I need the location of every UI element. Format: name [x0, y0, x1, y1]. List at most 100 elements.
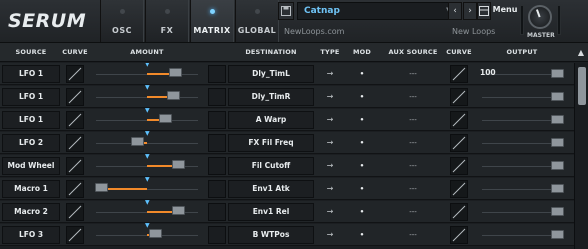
amount-handle[interactable] — [166, 91, 180, 100]
output-handle[interactable] — [551, 184, 564, 193]
curve-editor[interactable] — [66, 65, 84, 83]
amount-slider[interactable]: ▼ — [88, 131, 206, 152]
output-handle[interactable] — [551, 138, 564, 147]
source-selector[interactable]: LFO 1 — [2, 111, 60, 129]
aux-curve-editor[interactable] — [450, 157, 468, 175]
type-toggle[interactable]: → — [316, 226, 344, 244]
amount-handle[interactable] — [158, 114, 172, 123]
output-slider[interactable] — [474, 157, 570, 175]
source-selector[interactable]: LFO 3 — [2, 226, 60, 244]
bipolar-toggle[interactable] — [208, 180, 226, 198]
destination-selector[interactable]: FX Fil Freq — [228, 134, 314, 152]
scrollbar-thumb[interactable] — [578, 67, 586, 105]
type-toggle[interactable]: → — [316, 203, 344, 221]
curve-editor[interactable] — [66, 180, 84, 198]
bipolar-toggle[interactable] — [208, 203, 226, 221]
amount-slider[interactable]: ▼ — [88, 223, 206, 244]
curve-editor[interactable] — [66, 134, 84, 152]
source-selector[interactable]: LFO 2 — [2, 134, 60, 152]
save-icon[interactable] — [278, 2, 294, 20]
amount-slider[interactable]: ▼ — [88, 108, 206, 129]
output-slider[interactable] — [474, 226, 570, 244]
aux-curve-editor[interactable] — [450, 111, 468, 129]
type-toggle[interactable]: → — [316, 111, 344, 129]
source-selector[interactable]: Macro 1 — [2, 180, 60, 198]
mod-toggle[interactable]: • — [346, 88, 378, 106]
output-slider[interactable] — [474, 88, 570, 106]
aux-curve-editor[interactable] — [450, 65, 468, 83]
output-slider[interactable] — [474, 180, 570, 198]
mod-toggle[interactable]: • — [346, 180, 378, 198]
aux-source-selector[interactable]: --- — [380, 203, 446, 221]
source-selector[interactable]: LFO 1 — [2, 88, 60, 106]
amount-slider[interactable]: ▼ — [88, 63, 206, 83]
type-toggle[interactable]: → — [316, 180, 344, 198]
amount-handle[interactable] — [130, 137, 144, 146]
source-selector[interactable]: Macro 2 — [2, 203, 60, 221]
bipolar-toggle[interactable] — [208, 65, 226, 83]
output-slider[interactable] — [474, 111, 570, 129]
scroll-up-icon[interactable]: ▲ — [576, 48, 586, 58]
source-selector[interactable]: Mod Wheel — [2, 157, 60, 175]
amount-handle[interactable] — [171, 206, 185, 215]
amount-handle[interactable] — [148, 229, 162, 238]
bipolar-toggle[interactable] — [208, 134, 226, 152]
aux-curve-editor[interactable] — [450, 203, 468, 221]
mod-toggle[interactable]: • — [346, 65, 378, 83]
aux-curve-editor[interactable] — [450, 226, 468, 244]
type-toggle[interactable]: → — [316, 134, 344, 152]
aux-source-selector[interactable]: --- — [380, 180, 446, 198]
tab-global[interactable]: GLOBAL — [235, 0, 279, 42]
amount-handle[interactable] — [95, 183, 109, 192]
output-handle[interactable] — [551, 92, 564, 101]
output-handle[interactable] — [551, 207, 564, 216]
preset-name-field[interactable]: Catnap — [297, 2, 457, 20]
bipolar-toggle[interactable] — [208, 157, 226, 175]
amount-slider[interactable]: ▼ — [88, 177, 206, 198]
tab-matrix[interactable]: MATRIX — [190, 0, 234, 42]
master-volume-knob[interactable] — [528, 5, 552, 29]
destination-selector[interactable]: Dly_TimL — [228, 65, 314, 83]
tab-fx[interactable]: FX — [145, 0, 189, 42]
aux-source-selector[interactable]: --- — [380, 65, 446, 83]
destination-selector[interactable]: A Warp — [228, 111, 314, 129]
type-toggle[interactable]: → — [316, 65, 344, 83]
mod-toggle[interactable]: • — [346, 134, 378, 152]
output-handle[interactable] — [551, 230, 564, 239]
destination-selector[interactable]: B WTPos — [228, 226, 314, 244]
output-handle[interactable] — [551, 115, 564, 124]
output-handle[interactable] — [551, 161, 564, 170]
type-toggle[interactable]: → — [316, 88, 344, 106]
aux-source-selector[interactable]: --- — [380, 226, 446, 244]
curve-editor[interactable] — [66, 226, 84, 244]
curve-editor[interactable] — [66, 88, 84, 106]
amount-slider[interactable]: ▼ — [88, 154, 206, 175]
destination-selector[interactable]: Fil Cutoff — [228, 157, 314, 175]
aux-curve-editor[interactable] — [450, 88, 468, 106]
amount-handle[interactable] — [169, 68, 183, 77]
menu-button[interactable]: Menu — [492, 2, 518, 20]
aux-curve-editor[interactable] — [450, 180, 468, 198]
output-slider[interactable] — [474, 134, 570, 152]
source-selector[interactable]: LFO 1 — [2, 65, 60, 83]
bipolar-toggle[interactable] — [208, 88, 226, 106]
prev-preset-button[interactable]: ‹ — [448, 2, 462, 20]
mod-toggle[interactable]: • — [346, 203, 378, 221]
next-preset-button[interactable]: › — [463, 2, 477, 20]
curve-editor[interactable] — [66, 203, 84, 221]
destination-selector[interactable]: Dly_TimR — [228, 88, 314, 106]
bipolar-toggle[interactable] — [208, 111, 226, 129]
mod-toggle[interactable]: • — [346, 226, 378, 244]
tab-osc[interactable]: OSC — [100, 0, 144, 42]
mod-toggle[interactable]: • — [346, 157, 378, 175]
output-slider[interactable]: 100 — [474, 65, 570, 83]
bipolar-toggle[interactable] — [208, 226, 226, 244]
curve-editor[interactable] — [66, 157, 84, 175]
aux-source-selector[interactable]: --- — [380, 111, 446, 129]
aux-source-selector[interactable]: --- — [380, 157, 446, 175]
destination-selector[interactable]: Env1 Rel — [228, 203, 314, 221]
type-toggle[interactable]: → — [316, 157, 344, 175]
output-slider[interactable] — [474, 203, 570, 221]
aux-curve-editor[interactable] — [450, 134, 468, 152]
output-handle[interactable] — [551, 69, 564, 78]
